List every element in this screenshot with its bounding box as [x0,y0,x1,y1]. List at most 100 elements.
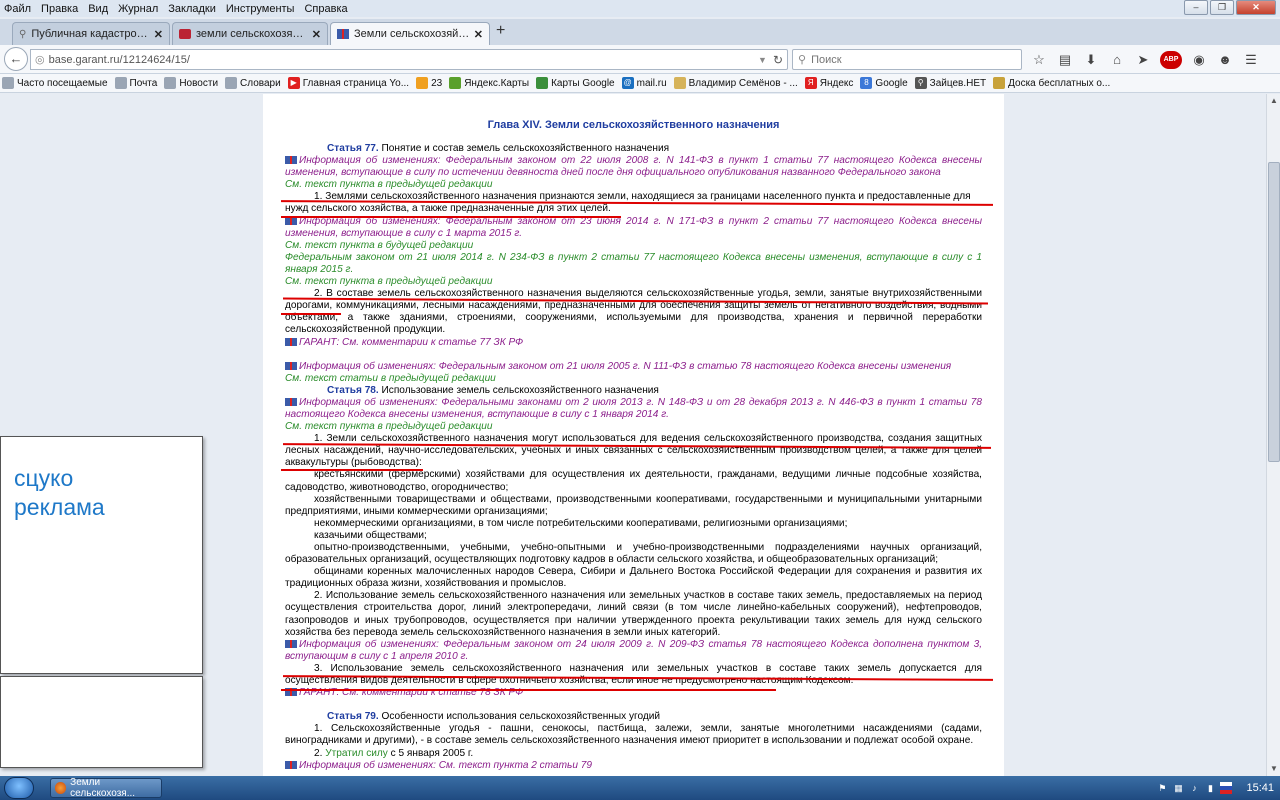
star-icon[interactable]: ☆ [1030,51,1048,69]
chevron-down-icon[interactable]: ▼ [758,55,767,65]
menu-bookmarks[interactable]: Закладки [168,3,216,15]
map-icon [536,77,549,89]
close-window-button[interactable]: ✕ [1236,0,1276,15]
home-icon[interactable]: ⌂ [1108,51,1126,69]
start-button[interactable] [4,777,34,799]
change-info[interactable]: Информация об изменениях: Федеральным за… [285,361,982,373]
menu-tools[interactable]: Инструменты [226,3,295,15]
search-icon: ⚲ [914,77,927,89]
article-77-link[interactable]: Статья 77. [327,143,379,154]
repealed-link[interactable]: Утратил силу [325,748,388,759]
taskbar: Земли сельскохозя... ⚑ ▦ ♪ ▮ 15:41 [0,776,1280,800]
search-icon: ⚲ [798,54,807,66]
scroll-up-icon[interactable]: ▲ [1267,94,1280,108]
close-tab-icon[interactable]: ✕ [474,28,483,41]
tab-bar: ⚲ Публичная кадастровая ка... ✕ земли се… [0,19,1280,45]
see-previous-link[interactable]: См. текст статьи в предыдущей редакции [285,373,982,385]
search-box[interactable]: ⚲ [792,49,1022,70]
tab-agricultural-lands-2[interactable]: Земли сельскохозяйственно... ✕ [330,22,490,45]
article-79-p1: 1. Сельскохозяйственные угодья - пашни, … [285,723,982,747]
tab-cadastral-map[interactable]: ⚲ Публичная кадастровая ка... ✕ [12,22,170,45]
back-button[interactable]: ← [4,47,28,71]
url-bar[interactable]: ◎ base.garant.ru/12124624/15/ ▼ ↻ [30,49,788,70]
minimize-button[interactable]: – [1184,0,1208,15]
vertical-scrollbar[interactable]: ▲ ▼ [1266,94,1280,776]
bookmark-frequent[interactable]: Часто посещаемые [2,77,108,89]
bookmark-mailru[interactable]: @ mail.ru [621,77,667,89]
bookmark-dictionaries[interactable]: Словари [225,77,281,89]
bookmark-yandex-maps[interactable]: Яндекс.Карты [449,77,529,89]
tab-agricultural-lands-1[interactable]: земли сельскохозяйственно... ✕ [172,22,328,45]
adblock-icon[interactable]: ABP [1160,51,1182,69]
see-previous-link[interactable]: См. текст пункта в предыдущей редакции [285,276,982,288]
folder-icon [2,77,14,89]
menu-icon[interactable]: ☰ [1242,51,1260,69]
language-icon[interactable] [1220,782,1233,794]
search-input[interactable] [811,53,1012,66]
menu-history[interactable]: Журнал [118,3,158,15]
article-79-link[interactable]: Статья 79. [327,711,379,722]
clock[interactable]: 15:41 [1246,782,1274,794]
menu-edit[interactable]: Правка [41,3,78,15]
change-info[interactable]: Информация об изменениях: Федеральным за… [285,639,982,663]
menu-view[interactable]: Вид [88,3,108,15]
mail-icon: @ [621,77,634,89]
list-item: некоммерческими организациями, в том чис… [314,517,848,529]
info-flag-icon [285,361,297,370]
garant-comment-link[interactable]: ГАРАНТ: См. комментарии к статье 77 ЗК Р… [285,337,982,349]
sync-icon[interactable]: ◉ [1190,51,1208,69]
bookmark-yandex[interactable]: Я Яндекс [804,77,853,89]
info-flag-icon [285,156,297,165]
download-icon[interactable]: ⬇ [1082,51,1100,69]
change-info[interactable]: Информация об изменениях: Федеральными з… [285,397,982,421]
bookmark-google[interactable]: 8 Google [860,77,908,89]
red-underline [281,216,621,218]
list-item: хозяйственными товариществами и общества… [285,493,982,517]
scroll-down-icon[interactable]: ▼ [1267,762,1280,776]
power-icon[interactable]: ▮ [1204,782,1216,794]
tab-label: Публичная кадастровая ка... [31,28,150,40]
firefox-icon [55,782,67,794]
article-78-link[interactable]: Статья 78. [327,385,379,396]
see-previous-link[interactable]: См. текст пункта в предыдущей редакции [285,179,982,191]
url-text[interactable]: base.garant.ru/12124624/15/ [49,54,758,66]
change-info-green[interactable]: Федеральным законом от 21 июля 2014 г. N… [285,252,982,276]
folder-icon [164,77,177,89]
scrollbar-thumb[interactable] [1268,162,1280,462]
volume-icon[interactable]: ♪ [1188,782,1200,794]
flag-icon[interactable]: ⚑ [1156,782,1168,794]
reading-list-icon[interactable]: ▤ [1056,51,1074,69]
close-tab-icon[interactable]: ✕ [312,28,321,41]
ad-banner[interactable]: сцуко реклама [0,436,203,674]
maximize-button[interactable]: ❐ [1210,0,1234,15]
bookmark-zaitsev[interactable]: ⚲ Зайцев.НЕТ [914,77,986,89]
send-icon[interactable]: ➤ [1134,51,1152,69]
network-icon[interactable]: ▦ [1172,782,1184,794]
change-info[interactable]: Информация об изменениях: Федеральным за… [285,155,982,179]
bookmark-mail[interactable]: Почта [114,77,157,89]
change-info[interactable]: Информация об изменениях: Федеральным за… [285,216,982,240]
info-flag-icon [285,640,297,649]
menu-file[interactable]: Файл [4,3,31,15]
tab-label: Земли сельскохозяйственно... [354,28,470,40]
reload-icon[interactable]: ↻ [773,53,783,67]
info-flag-icon [285,760,297,769]
garant-icon [179,29,191,39]
article-79-p2: 2. Утратил силу с 5 января 2005 г. [314,747,474,759]
bookmark-news[interactable]: Новости [164,77,218,89]
bookmark-youtube[interactable]: ▶ Главная страница Yo... [287,77,409,89]
bookmark-google-maps[interactable]: Карты Google [536,77,615,89]
chat-icon[interactable]: ☻ [1216,51,1234,69]
bookmark-23[interactable]: 23 [416,77,442,89]
see-future-link[interactable]: См. текст пункта в будущей редакции [285,240,982,252]
change-info[interactable]: Информация об изменениях: См. текст пунк… [285,760,982,772]
bookmark-board[interactable]: Доска бесплатных о... [993,77,1110,89]
new-tab-button[interactable]: + [496,22,505,40]
close-tab-icon[interactable]: ✕ [154,28,163,41]
bookmark-semenov[interactable]: Владимир Семёнов - ... [673,77,798,89]
see-previous-link[interactable]: См. текст пункта в предыдущей редакции [285,421,982,433]
article-78-heading: Статья 78. Использование земель сельскох… [327,384,659,396]
taskbar-firefox-window[interactable]: Земли сельскохозя... [50,777,162,799]
menu-help[interactable]: Справка [304,3,347,15]
ad-banner-secondary[interactable] [0,676,203,768]
